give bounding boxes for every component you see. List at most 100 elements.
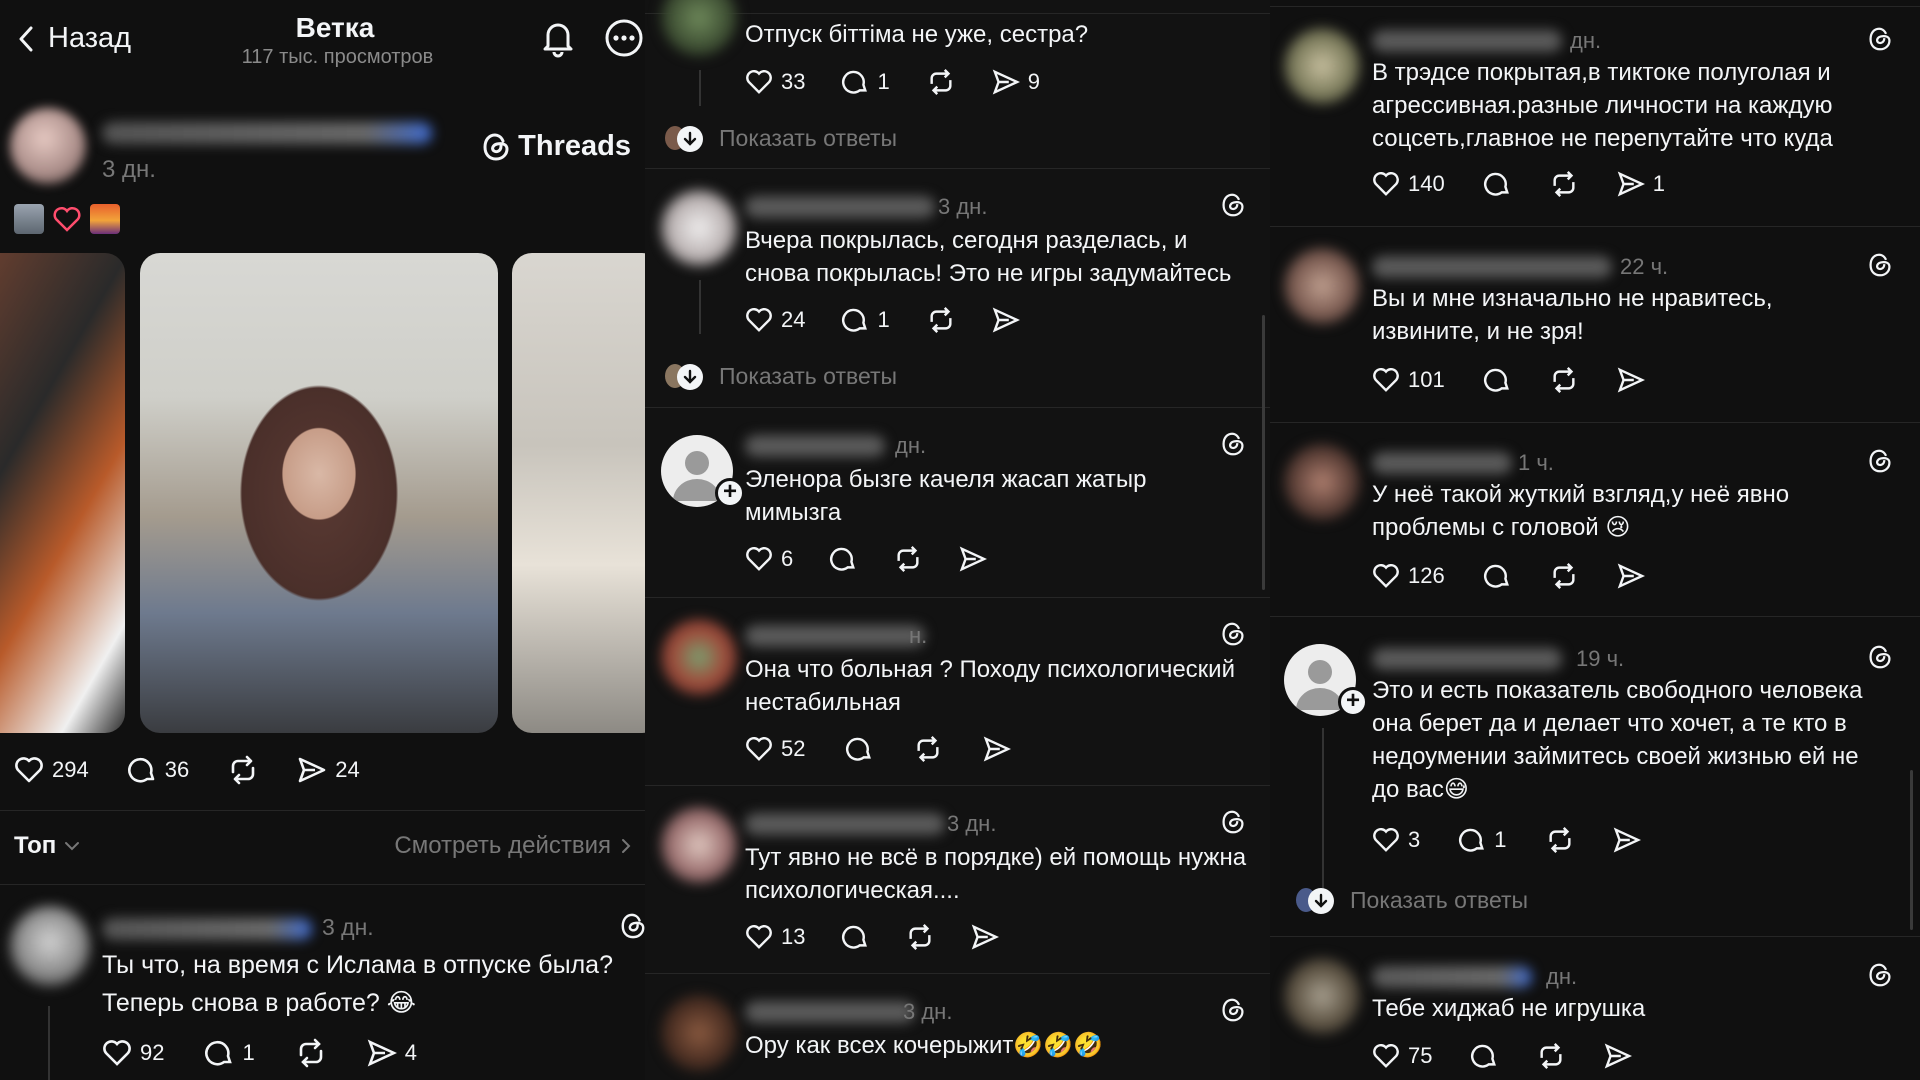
comment-avatar[interactable]: [1284, 248, 1360, 324]
comment-avatar[interactable]: [661, 995, 737, 1071]
repost-button[interactable]: [1549, 562, 1579, 590]
share-button[interactable]: [1617, 367, 1645, 393]
threads-logo-icon[interactable]: [1221, 431, 1245, 457]
follow-plus-button[interactable]: +: [715, 478, 745, 508]
comment-author-name[interactable]: [1372, 30, 1562, 52]
threads-logo-icon[interactable]: [1868, 252, 1892, 278]
comment-author-name[interactable]: [745, 625, 925, 647]
threads-logo-icon[interactable]: [1868, 962, 1892, 988]
comment-avatar[interactable]: [1284, 28, 1360, 104]
post-photo-1[interactable]: [0, 253, 125, 733]
like-button[interactable]: 140: [1372, 171, 1445, 197]
comment-avatar[interactable]: [1284, 958, 1360, 1034]
comment-button[interactable]: [1483, 170, 1511, 198]
comment-author-name[interactable]: [745, 435, 885, 457]
like-button[interactable]: 13: [745, 924, 805, 950]
comment-author-name[interactable]: [102, 918, 312, 940]
post-photo-3[interactable]: [512, 253, 645, 733]
comment-text: Это и есть показатель свободного человек…: [1372, 674, 1862, 806]
comment-avatar[interactable]: [661, 807, 737, 883]
share-button[interactable]: [983, 736, 1012, 762]
comment-button[interactable]: [1470, 1042, 1498, 1070]
sort-dropdown[interactable]: Топ: [14, 832, 80, 860]
more-options-icon[interactable]: [604, 18, 644, 58]
like-button[interactable]: 6: [745, 546, 793, 572]
like-button[interactable]: 33: [745, 69, 805, 95]
comment-button[interactable]: 1: [841, 306, 890, 334]
heart-icon: [745, 924, 773, 950]
comment-button[interactable]: [1483, 366, 1511, 394]
comment-time: 3 дн.: [322, 914, 374, 940]
comment-author-name[interactable]: [1372, 452, 1512, 474]
like-button[interactable]: 52: [745, 736, 805, 762]
threads-logo-icon[interactable]: [1868, 644, 1892, 670]
threads-logo-icon[interactable]: [1221, 192, 1245, 218]
like-button[interactable]: 101: [1372, 367, 1445, 393]
comment-author-name[interactable]: [1372, 256, 1612, 278]
threads-logo-icon[interactable]: [1221, 997, 1245, 1023]
share-button[interactable]: 1: [1617, 171, 1665, 197]
like-button[interactable]: 126: [1372, 563, 1445, 589]
author-avatar[interactable]: [10, 108, 86, 184]
comment-avatar[interactable]: [661, 619, 737, 695]
repost-button[interactable]: [893, 545, 923, 573]
follow-plus-button[interactable]: +: [1338, 687, 1368, 717]
comment-button[interactable]: [841, 923, 869, 951]
threads-logo-icon[interactable]: [1221, 809, 1245, 835]
scrollbar[interactable]: [1262, 315, 1265, 590]
comment-avatar[interactable]: [661, 190, 737, 266]
share-button[interactable]: 4: [367, 1039, 417, 1067]
comment-author-name[interactable]: [745, 813, 945, 835]
comment-button[interactable]: 1: [841, 68, 890, 96]
share-button[interactable]: [992, 307, 1020, 333]
comment-button[interactable]: [1483, 562, 1511, 590]
like-button[interactable]: 24: [745, 307, 805, 333]
comment-avatar[interactable]: [10, 906, 90, 986]
comment-button[interactable]: 36: [127, 755, 189, 785]
repost-button[interactable]: [1536, 1042, 1566, 1070]
like-button[interactable]: 3: [1372, 827, 1420, 853]
share-button[interactable]: [971, 924, 1000, 950]
repost-button[interactable]: [227, 755, 259, 785]
threads-logo-icon[interactable]: [620, 912, 645, 940]
share-button[interactable]: [1613, 827, 1641, 853]
comment-author-name[interactable]: [745, 196, 935, 218]
repost-button[interactable]: [905, 923, 935, 951]
show-replies-button[interactable]: Показать ответы: [665, 362, 897, 390]
repost-button[interactable]: [1549, 366, 1579, 394]
share-button[interactable]: 24: [297, 756, 360, 784]
show-replies-button[interactable]: Показать ответы: [665, 124, 897, 152]
repost-button[interactable]: [1545, 826, 1575, 854]
threads-logo-icon[interactable]: [1868, 448, 1892, 474]
scrollbar[interactable]: [1910, 770, 1913, 930]
repost-button[interactable]: [926, 306, 956, 334]
threads-logo-icon[interactable]: [1221, 621, 1245, 647]
share-button[interactable]: [1617, 563, 1645, 589]
like-button[interactable]: 294: [14, 756, 89, 784]
repost-button[interactable]: [926, 68, 956, 96]
repost-button[interactable]: [295, 1038, 327, 1068]
view-activity-link[interactable]: Смотреть действия: [394, 832, 631, 860]
comment-author-name[interactable]: [1372, 966, 1532, 988]
like-button[interactable]: 92: [102, 1039, 164, 1067]
repost-button[interactable]: [913, 735, 943, 763]
comment-button[interactable]: [845, 735, 873, 763]
comment-button[interactable]: 1: [204, 1038, 255, 1068]
comment-avatar[interactable]: [1284, 444, 1360, 520]
share-button[interactable]: 9: [992, 69, 1040, 95]
share-button[interactable]: [959, 546, 988, 572]
like-button[interactable]: 75: [1372, 1043, 1432, 1069]
author-name[interactable]: [102, 122, 432, 144]
share-button[interactable]: [1604, 1043, 1633, 1069]
comment-avatar[interactable]: [661, 0, 737, 56]
bell-icon[interactable]: [540, 18, 576, 58]
threads-logo-icon[interactable]: [1868, 26, 1892, 52]
comment-author-name[interactable]: [745, 1001, 915, 1023]
comment-author-name[interactable]: [1372, 648, 1562, 670]
threads-brand[interactable]: Threads: [482, 130, 631, 163]
post-photo-2[interactable]: [140, 253, 498, 733]
repost-button[interactable]: [1549, 170, 1579, 198]
show-replies-button[interactable]: Показать ответы: [1296, 886, 1528, 914]
comment-button[interactable]: 1: [1458, 826, 1507, 854]
comment-button[interactable]: [829, 545, 857, 573]
